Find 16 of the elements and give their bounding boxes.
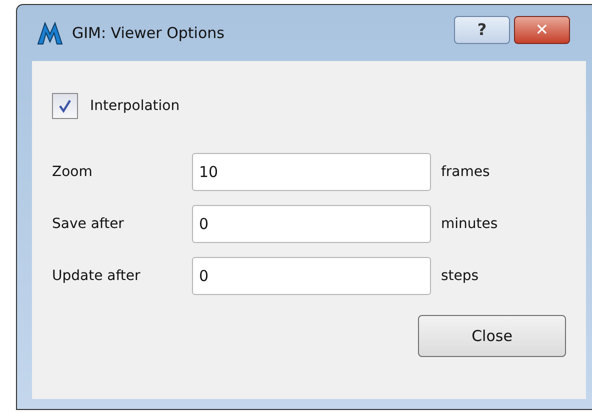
unit-label: minutes (441, 214, 498, 234)
unit-label: frames (441, 162, 490, 182)
checkbox-label[interactable]: Interpolation (90, 96, 180, 116)
field-label: Zoom (52, 162, 94, 182)
interpolation-checkbox[interactable] (52, 93, 78, 119)
app-logo-icon (36, 20, 64, 46)
field-label: Update after (52, 266, 142, 286)
window-title: GIM: Viewer Options (72, 22, 224, 44)
input-field[interactable]: 0 (192, 257, 431, 295)
input-field[interactable]: 10 (192, 153, 431, 191)
checkmark-icon (58, 99, 72, 113)
close-dialog-button[interactable]: Close (418, 315, 566, 357)
input-field[interactable]: 0 (192, 205, 431, 243)
help-button[interactable]: ? (454, 16, 510, 44)
field-label: Save after (52, 214, 125, 234)
unit-label: steps (441, 266, 479, 286)
